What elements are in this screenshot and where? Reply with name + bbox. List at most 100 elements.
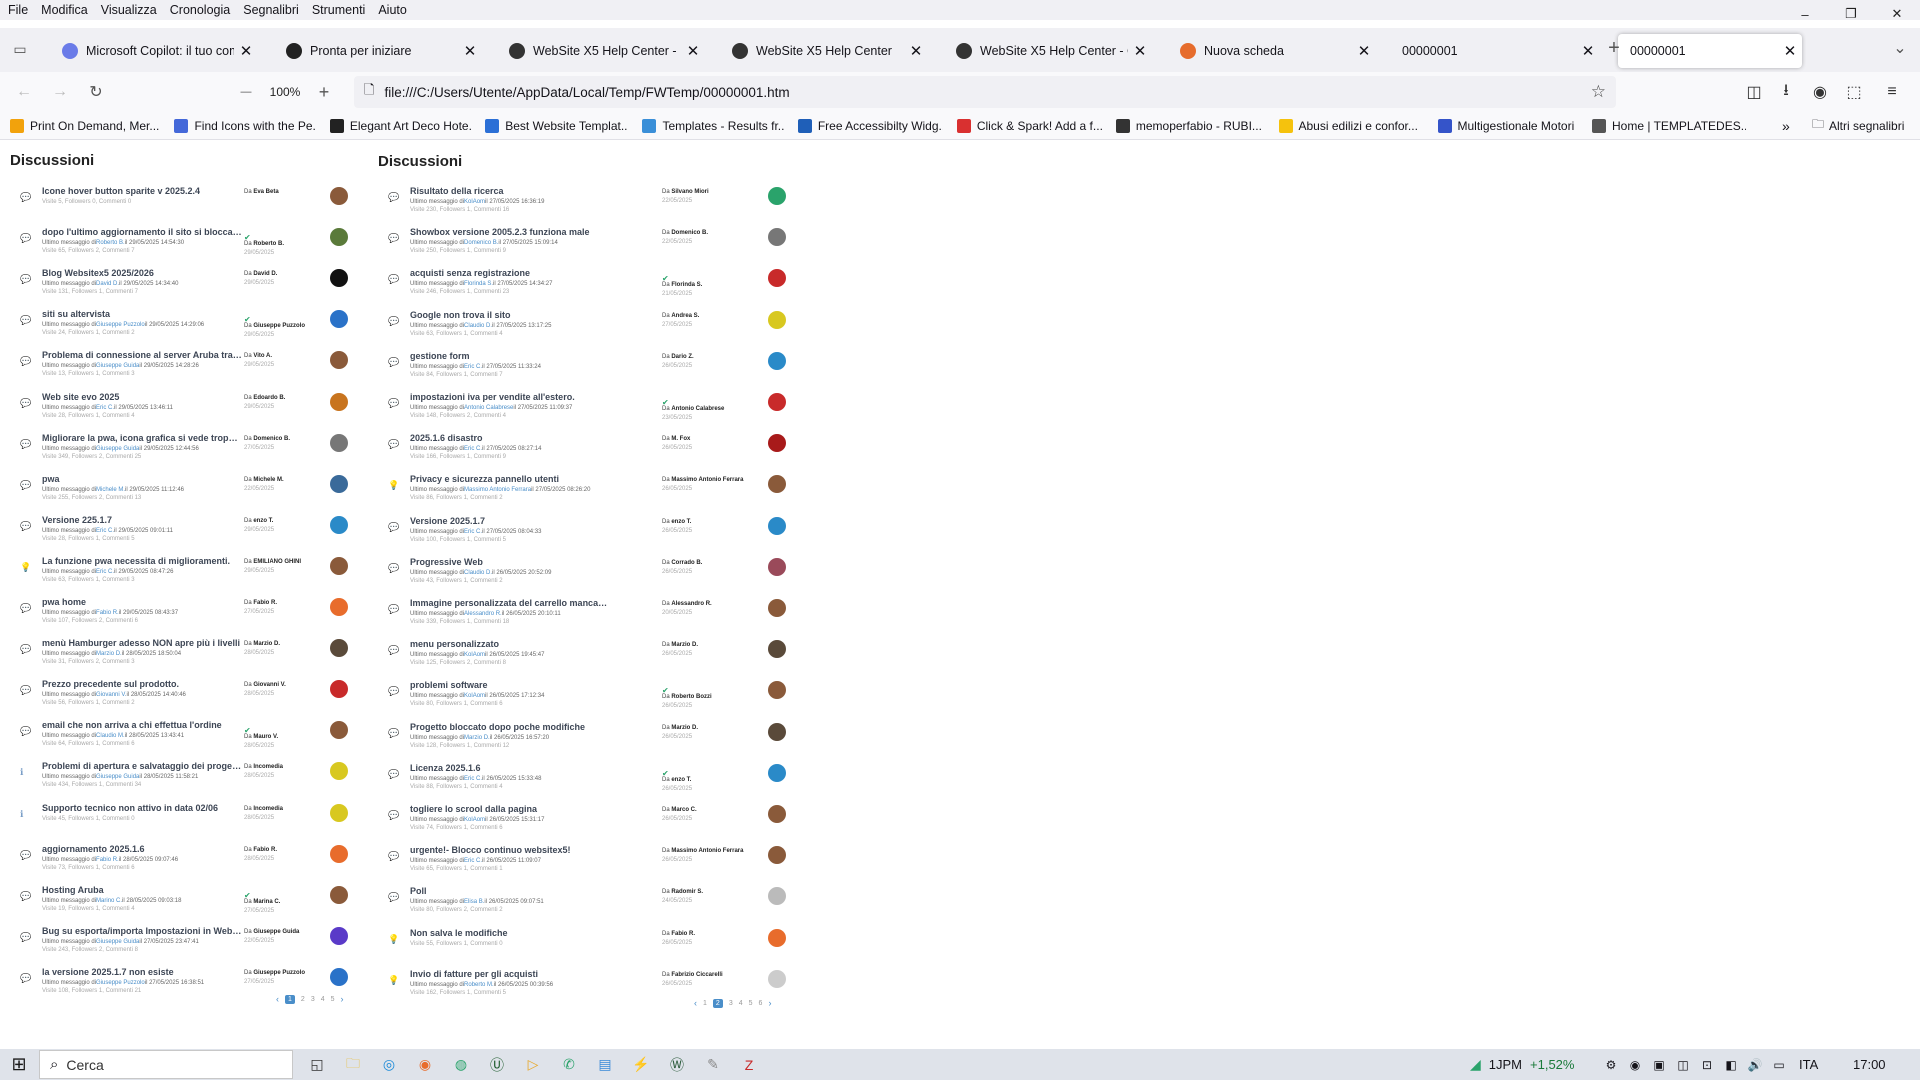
chrome-icon[interactable]: ◍: [450, 1054, 472, 1076]
last-author-link[interactable]: Massimo Antonio Ferrara: [464, 487, 531, 493]
last-author-link[interactable]: Fabio R.: [96, 610, 119, 616]
author-name[interactable]: Roberto Bozzi: [671, 694, 711, 700]
last-author-link[interactable]: Giuseppe Puzzolo: [96, 980, 145, 986]
user-avatar[interactable]: [768, 516, 786, 535]
page-link[interactable]: 1: [703, 1000, 707, 1007]
author-name[interactable]: Fabio R.: [253, 600, 277, 606]
last-author-link[interactable]: Elisa B.: [464, 899, 484, 905]
author-name[interactable]: Domenico B.: [671, 230, 708, 236]
discussion-row[interactable]: 💡 Privacy e sicurezza pannello utenti Ulti…: [378, 472, 798, 508]
discussion-row[interactable]: 💬 acquisti senza registrazione Ultimo mess…: [378, 266, 798, 302]
tab-close-icon[interactable]: ✕: [1778, 42, 1802, 60]
discussion-row[interactable]: 💬 menù Hamburger adesso NON apre più i li…: [10, 636, 360, 672]
page-link[interactable]: 4: [739, 1000, 743, 1007]
browser-tab[interactable]: WebSite X5 Help Center - Cont✕: [942, 34, 1152, 68]
maximize-button[interactable]: ❐: [1828, 0, 1874, 28]
last-author-link[interactable]: Domenico B.: [464, 240, 498, 246]
topic-title[interactable]: Migliorare la pwa, icona grafica si vede…: [42, 433, 242, 443]
firefox-icon[interactable]: ◉: [414, 1054, 436, 1076]
author-name[interactable]: Giuseppe Puzzolo: [253, 323, 305, 329]
last-author-link[interactable]: KolAom: [464, 199, 485, 205]
battery-icon[interactable]: ▭: [1770, 1058, 1788, 1072]
author-name[interactable]: EMILIANO GHINI: [253, 559, 301, 565]
bookmark-item[interactable]: Find Icons with the Pe...: [174, 118, 316, 133]
browser-tab[interactable]: WebSite X5 Help Center ✕: [718, 34, 928, 68]
paint-icon[interactable]: ✎: [702, 1054, 724, 1076]
last-author-link[interactable]: KolAom: [464, 817, 485, 823]
menu-item[interactable]: Segnalibri: [236, 3, 305, 17]
discussion-row[interactable]: 💬 problemi software Ultimo messaggio diKol…: [378, 678, 798, 714]
browser-tab[interactable]: Pronta per iniziare ✕: [272, 34, 482, 68]
language-indicator[interactable]: ITA: [1799, 1057, 1818, 1072]
author-name[interactable]: Giuseppe Guida: [253, 929, 299, 935]
user-avatar[interactable]: [768, 928, 786, 947]
user-avatar[interactable]: [330, 433, 348, 452]
browser-tab[interactable]: 00000001 ✕: [1390, 34, 1600, 68]
discussion-row[interactable]: 💬 Icone hover button sparite v 2025.2.4 Vi…: [10, 184, 360, 220]
author-name[interactable]: Fabio R.: [671, 931, 695, 937]
file-explorer-icon[interactable]: 🗀: [342, 1054, 364, 1076]
user-avatar[interactable]: [768, 475, 786, 494]
user-avatar[interactable]: [330, 844, 348, 863]
zoom-level[interactable]: 100%: [266, 80, 304, 104]
discussion-row[interactable]: 💬 email che non arriva a chi effettua l'o…: [10, 718, 360, 754]
topic-title[interactable]: Invio di fatture per gli acquisti: [410, 969, 610, 979]
last-author-link[interactable]: Eric C.: [464, 776, 482, 782]
user-avatar[interactable]: [768, 805, 786, 823]
user-avatar[interactable]: [768, 557, 786, 576]
bookmark-item[interactable]: Best Website Templat...: [485, 118, 628, 133]
user-avatar[interactable]: [330, 762, 348, 781]
stock-widget[interactable]: ◢ 1JPM +1,52%: [1470, 1056, 1574, 1073]
topic-title[interactable]: Showbox versione 2005.2.3 funziona male: [410, 227, 610, 237]
last-author-link[interactable]: Eric C.: [96, 528, 114, 534]
topic-title[interactable]: 2025.1.6 disastro: [410, 433, 610, 443]
user-avatar[interactable]: [330, 967, 348, 986]
tab-close-icon[interactable]: ✕: [1576, 42, 1600, 60]
last-author-link[interactable]: Florinda S.: [464, 281, 493, 287]
topic-title[interactable]: Versione 225.1.7: [42, 515, 242, 525]
topic-title[interactable]: La funzione pwa necessita di miglioramen…: [42, 556, 242, 566]
extensions-icon[interactable]: ⬚: [1842, 80, 1866, 104]
new-tab-button[interactable]: +: [1600, 36, 1628, 60]
discussion-row[interactable]: 💬 siti su altervista Ultimo messaggio diGi…: [10, 307, 360, 343]
menu-item[interactable]: Cronologia: [163, 3, 236, 17]
last-author-link[interactable]: Marino C.: [96, 898, 122, 904]
author-name[interactable]: Fabio R.: [253, 847, 277, 853]
author-name[interactable]: Antonio Calabrese: [671, 406, 724, 412]
other-bookmarks[interactable]: 🗀 Altri segnalibri: [1812, 115, 1904, 136]
discussion-row[interactable]: 💬 impostazioni iva per vendite all'estero…: [378, 390, 798, 426]
volume-icon[interactable]: 🔊: [1746, 1058, 1764, 1072]
author-name[interactable]: Florinda S.: [671, 282, 702, 288]
author-name[interactable]: Corrado B.: [671, 560, 702, 566]
topic-title[interactable]: menu personalizzato: [410, 639, 610, 649]
topic-title[interactable]: Immagine personalizzata del carrello man…: [410, 598, 610, 608]
notepad-icon[interactable]: ▤: [594, 1054, 616, 1076]
author-name[interactable]: enzo T.: [671, 777, 691, 783]
discussion-row[interactable]: 💬 menu personalizzato Ultimo messaggio diK…: [378, 637, 798, 673]
edge-icon[interactable]: ◎: [378, 1054, 400, 1076]
zoom-in-button[interactable]: +: [312, 80, 336, 104]
bookmark-item[interactable]: Print On Demand, Mer...: [10, 118, 160, 133]
zoom-out-button[interactable]: —: [234, 80, 258, 104]
account-icon[interactable]: ◉: [1808, 80, 1832, 104]
user-avatar[interactable]: [768, 846, 786, 865]
tray-app-icon[interactable]: ◉: [1626, 1058, 1644, 1072]
pager-arrow-icon[interactable]: ›: [341, 994, 344, 1004]
last-author-link[interactable]: Alessandro R.: [464, 611, 502, 617]
topic-title[interactable]: Problemi di apertura e salvataggio dei p…: [42, 761, 242, 771]
bookmark-item[interactable]: Free Accessibilty Widg...: [797, 118, 943, 133]
author-name[interactable]: Massimo Antonio Ferrara: [671, 477, 743, 483]
topic-title[interactable]: la versione 2025.1.7 non esiste: [42, 967, 242, 977]
bookmark-item[interactable]: Elegant Art Deco Hote...: [329, 118, 471, 133]
discussion-row[interactable]: 💬 Bug su esporta/importa Impostazioni in …: [10, 924, 360, 960]
tab-close-icon[interactable]: ✕: [234, 42, 258, 60]
list-tabs-button[interactable]: ⌄: [1886, 36, 1914, 60]
last-author-link[interactable]: KolAom: [464, 693, 485, 699]
app-u-icon[interactable]: Ⓤ: [486, 1054, 508, 1076]
user-avatar[interactable]: [768, 640, 786, 659]
page-link[interactable]: 2: [712, 998, 723, 1008]
user-avatar[interactable]: [330, 803, 348, 822]
author-name[interactable]: M. Fox: [671, 436, 690, 442]
discussion-row[interactable]: 💬 Versione 2025.1.7 Ultimo messaggio diEri…: [378, 514, 798, 550]
discussion-row[interactable]: 💬 Immagine personalizzata del carrello ma…: [378, 596, 798, 632]
